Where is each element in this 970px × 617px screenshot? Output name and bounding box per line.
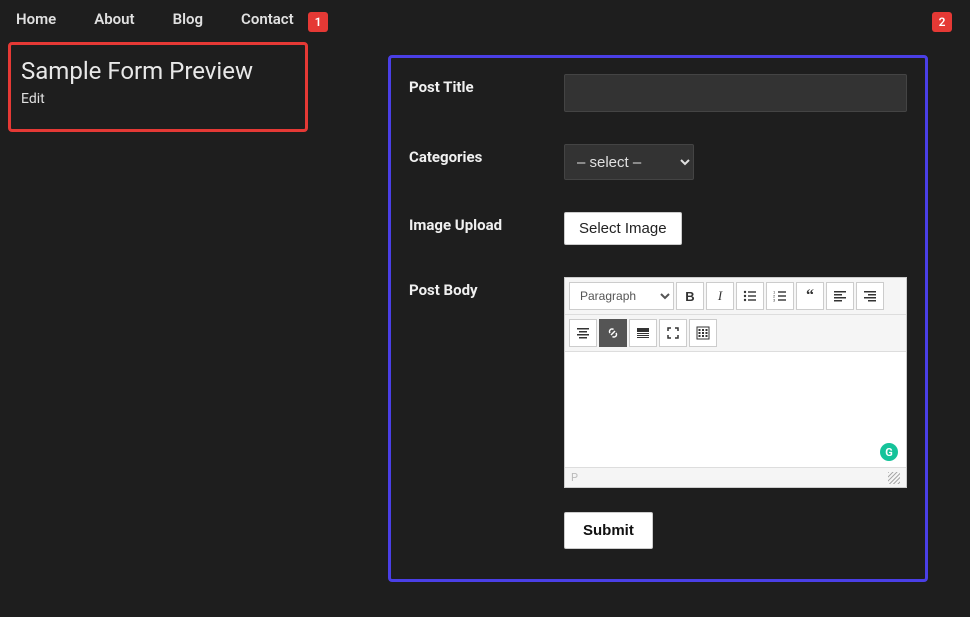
edit-link[interactable]: Edit bbox=[21, 91, 295, 107]
italic-button[interactable]: I bbox=[706, 282, 734, 310]
nav-home[interactable]: Home bbox=[16, 10, 56, 28]
image-upload-label: Image Upload bbox=[409, 212, 564, 245]
categories-label: Categories bbox=[409, 144, 564, 180]
post-title-label: Post Title bbox=[409, 74, 564, 112]
annotation-badge-2: 2 bbox=[932, 12, 952, 32]
editor-toolbar-row-1: Paragraph B I 123 “ bbox=[565, 278, 906, 315]
submit-button[interactable]: Submit bbox=[564, 512, 653, 549]
insert-more-button[interactable] bbox=[629, 319, 657, 347]
rich-text-editor: Paragraph B I 123 “ bbox=[564, 277, 907, 488]
editor-content-area[interactable]: G bbox=[565, 352, 906, 467]
nav-blog[interactable]: Blog bbox=[173, 10, 203, 28]
fullscreen-button[interactable] bbox=[659, 319, 687, 347]
preview-panel: Sample Form Preview Edit bbox=[8, 42, 308, 132]
post-body-label: Post Body bbox=[409, 277, 564, 488]
blockquote-button[interactable]: “ bbox=[796, 282, 824, 310]
nav-contact[interactable]: Contact bbox=[241, 10, 294, 28]
row-categories: Categories – select – bbox=[409, 144, 907, 180]
bullet-list-button[interactable] bbox=[736, 282, 764, 310]
row-post-title: Post Title bbox=[409, 74, 907, 112]
align-right-button[interactable] bbox=[856, 282, 884, 310]
categories-select[interactable]: – select – bbox=[564, 144, 694, 180]
form-panel: Post Title Categories – select – Image U… bbox=[388, 55, 928, 582]
paragraph-format-select[interactable]: Paragraph bbox=[569, 282, 674, 310]
editor-footer: P bbox=[565, 467, 906, 487]
top-nav: Home About Blog Contact bbox=[0, 0, 970, 38]
editor-path: P bbox=[571, 471, 578, 484]
editor-toolbar-row-2 bbox=[565, 315, 906, 352]
row-image-upload: Image Upload Select Image bbox=[409, 212, 907, 245]
align-center-button[interactable] bbox=[569, 319, 597, 347]
select-image-button[interactable]: Select Image bbox=[564, 212, 682, 245]
resize-handle[interactable] bbox=[888, 472, 900, 484]
align-left-button[interactable] bbox=[826, 282, 854, 310]
post-title-input[interactable] bbox=[564, 74, 907, 112]
link-button[interactable] bbox=[599, 319, 627, 347]
grammarly-icon[interactable]: G bbox=[880, 443, 898, 461]
bold-button[interactable]: B bbox=[676, 282, 704, 310]
submit-row: Submit bbox=[564, 512, 907, 549]
nav-about[interactable]: About bbox=[94, 10, 134, 28]
toolbar-toggle-button[interactable] bbox=[689, 319, 717, 347]
numbered-list-button[interactable]: 123 bbox=[766, 282, 794, 310]
annotation-badge-1: 1 bbox=[308, 12, 328, 32]
row-post-body: Post Body Paragraph B I 123 “ bbox=[409, 277, 907, 488]
preview-title: Sample Form Preview bbox=[21, 57, 295, 85]
svg-text:3: 3 bbox=[773, 298, 776, 303]
